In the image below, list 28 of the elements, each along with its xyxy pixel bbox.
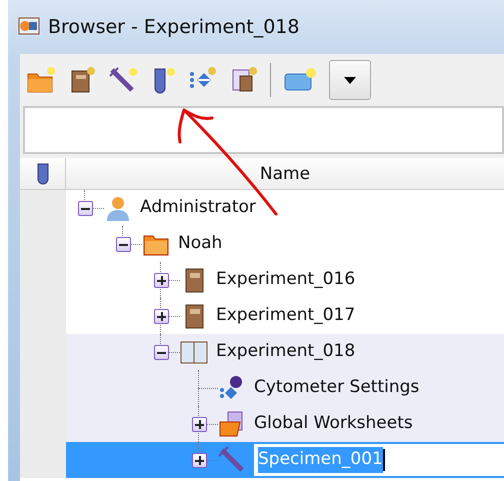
tube-icon — [36, 162, 50, 184]
node-label: Experiment_018 — [216, 340, 356, 364]
caret-icon — [344, 76, 356, 84]
app-icon — [18, 17, 40, 37]
expand-toggle[interactable] — [154, 309, 169, 324]
expand-toggle[interactable] — [192, 453, 207, 468]
new-worksheet-icon[interactable] — [230, 66, 258, 94]
collapse-toggle[interactable] — [116, 237, 131, 252]
node-label: Experiment_017 — [216, 304, 356, 328]
search-field[interactable] — [23, 106, 504, 154]
node-label: Noah — [178, 232, 222, 256]
new-syringe-icon[interactable] — [108, 66, 138, 94]
new-folder-icon[interactable] — [26, 66, 56, 94]
collapse-toggle[interactable] — [154, 345, 169, 360]
expand-toggle[interactable] — [154, 273, 169, 288]
window-title: Browser - Experiment_018 — [48, 14, 300, 40]
tree-row[interactable]: Experiment_018 — [66, 334, 504, 370]
node-label: Administrator — [140, 196, 256, 220]
user-icon — [104, 194, 132, 222]
expand-toggle[interactable] — [192, 417, 207, 432]
node-label: Global Worksheets — [254, 412, 413, 436]
node-label: Cytometer Settings — [254, 376, 420, 400]
dropdown-button[interactable] — [329, 60, 371, 100]
syringe-icon — [218, 446, 246, 474]
node-label: Experiment_016 — [216, 268, 356, 292]
tree-row[interactable]: Global Worksheets — [66, 406, 504, 442]
collapse-toggle[interactable] — [78, 201, 93, 216]
tree-row[interactable]: Cytometer Settings — [66, 370, 504, 406]
